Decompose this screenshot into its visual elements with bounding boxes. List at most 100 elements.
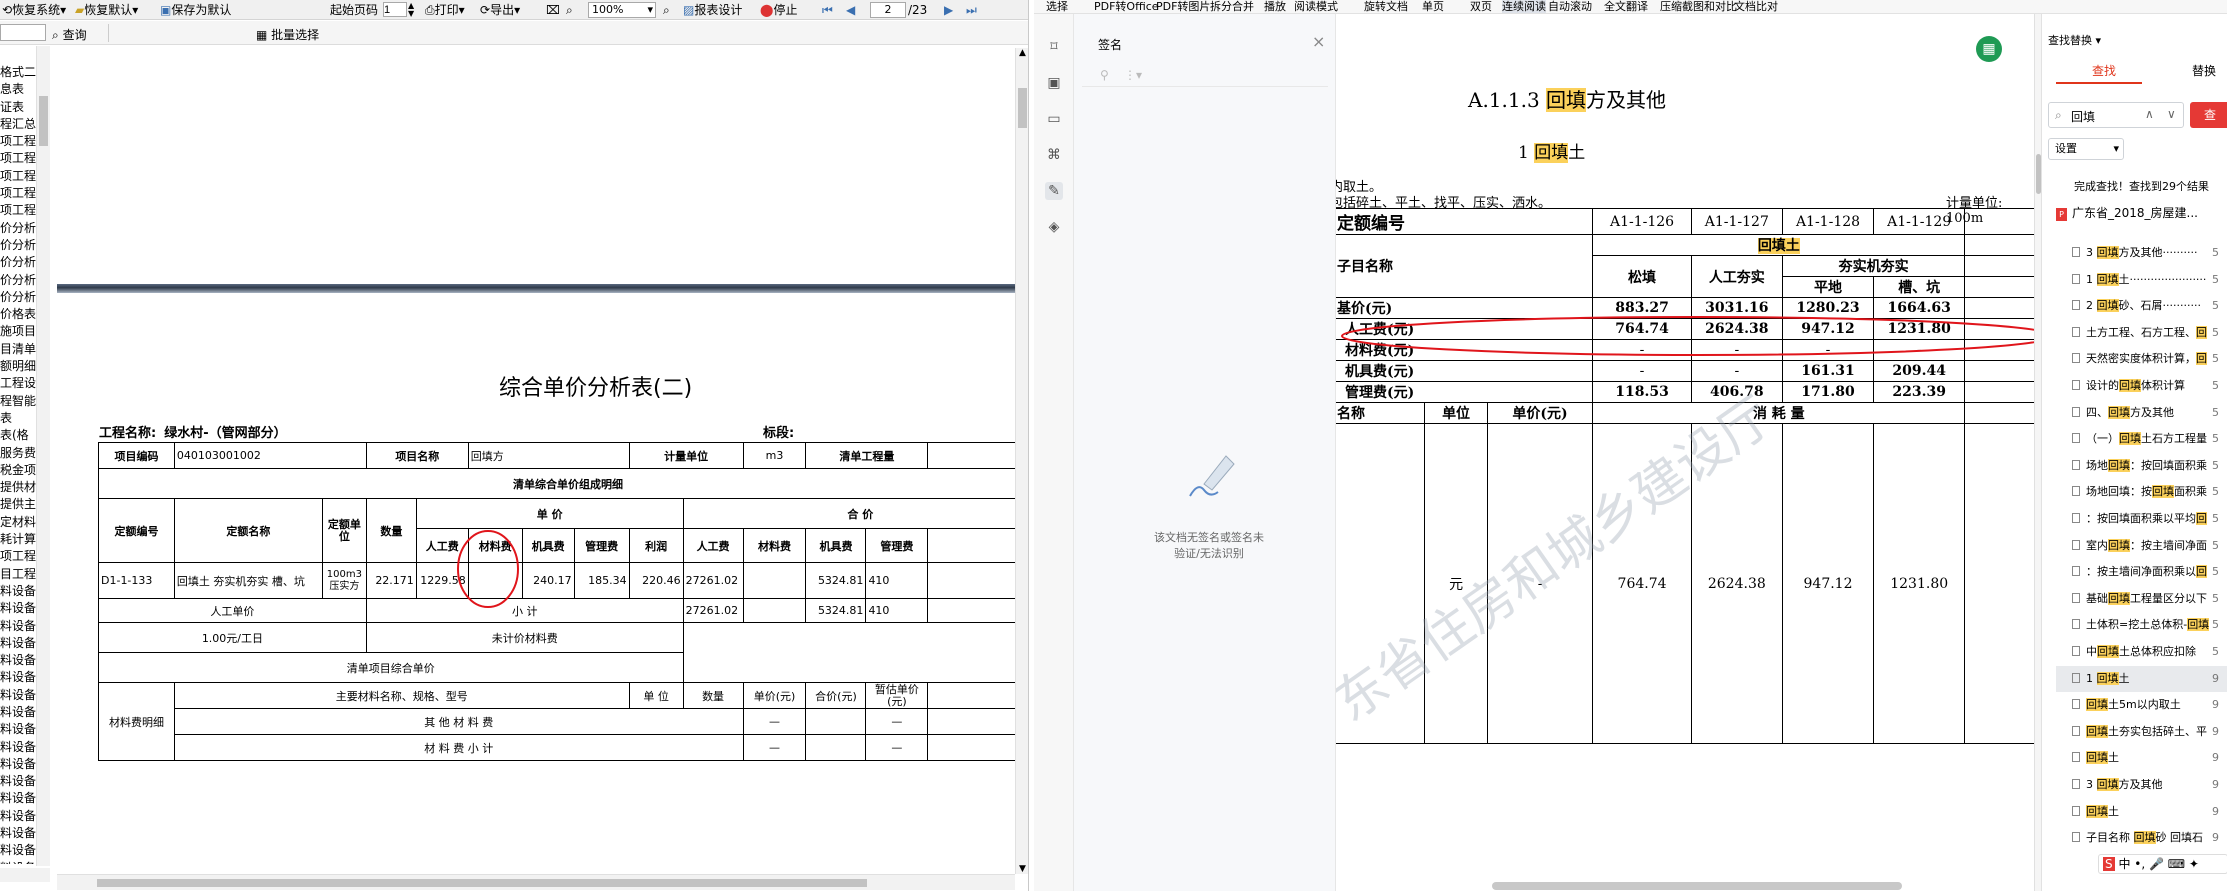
tree-item[interactable]: 程智能: [0, 393, 36, 410]
tree-item[interactable]: 料设备: [0, 842, 36, 859]
pdf-toolbar-item[interactable]: 阅读模式: [1294, 0, 1338, 13]
tree-item[interactable]: 料设备: [0, 687, 36, 704]
tree-item[interactable]: 程汇总: [0, 116, 36, 133]
tree-item[interactable]: 料设备: [0, 583, 36, 600]
layers-icon[interactable]: ◈: [1045, 218, 1063, 236]
tree-item[interactable]: 证表: [0, 99, 36, 116]
query-button[interactable]: ⌕ 查询: [52, 26, 87, 43]
tree-item[interactable]: 价分析: [0, 237, 36, 254]
tree-item[interactable]: 价分析: [0, 289, 36, 306]
preview-hscrollbar[interactable]: [57, 874, 1015, 890]
search-result-item[interactable]: 四、回填方及其他 5: [2056, 400, 2227, 426]
search-result-item[interactable]: ：按回填面积乘以平均回 5: [2056, 506, 2227, 532]
tree-item[interactable]: 格式二: [0, 64, 36, 81]
search-result-item[interactable]: （一）回填土石方工程量 5: [2056, 426, 2227, 452]
tree-item[interactable]: 目工程: [0, 566, 36, 583]
tree-item[interactable]: 项工程: [0, 168, 36, 185]
page-input[interactable]: 2: [870, 2, 906, 18]
prev-page-icon[interactable]: ◀: [846, 2, 855, 18]
tree-item[interactable]: 额明细: [0, 358, 36, 375]
pdf-toolbar-item[interactable]: 选择: [1046, 0, 1068, 13]
tree-item[interactable]: 息表: [0, 81, 36, 98]
tree-item[interactable]: 项工程: [0, 548, 36, 565]
search-result-item[interactable]: 回填土夯实包括碎土、平 9: [2056, 719, 2227, 745]
doc-vscrollbar[interactable]: [2034, 14, 2041, 891]
search-result-item[interactable]: 回填土 9: [2056, 799, 2227, 825]
prev-result-icon[interactable]: ∧: [2145, 107, 2154, 121]
tree-item[interactable]: 项工程: [0, 150, 36, 167]
tree-item[interactable]: 料设备: [0, 652, 36, 669]
tree-item[interactable]: 价分析: [0, 272, 36, 289]
pdf-toolbar-item[interactable]: 自动滚动: [1548, 0, 1592, 13]
comment-icon[interactable]: ▭: [1045, 110, 1063, 128]
pdf-toolbar-item[interactable]: 拆分合并: [1210, 0, 1254, 13]
tree-item[interactable]: 税金项: [0, 462, 36, 479]
tree-item[interactable]: 料设备: [0, 669, 36, 686]
image-icon[interactable]: ▣: [1045, 74, 1063, 92]
pdf-toolbar-item[interactable]: 旋转文档: [1364, 0, 1408, 13]
save-default-button[interactable]: ▣保存为默认: [160, 2, 231, 18]
tree-item[interactable]: 项工程: [0, 185, 36, 202]
search-result-item[interactable]: 基础回填工程量区分以下 5: [2056, 586, 2227, 612]
restore-default-button[interactable]: ▰恢复默认▾: [75, 2, 138, 18]
tree-item[interactable]: 料设备: [0, 704, 36, 721]
search-input[interactable]: ⌕ 回填 ∧ ∨: [2048, 102, 2184, 128]
tree-item[interactable]: 料设备: [0, 756, 36, 773]
tab-replace[interactable]: 替换: [2192, 62, 2216, 79]
tree-item[interactable]: 耗计算: [0, 531, 36, 548]
tree-item[interactable]: 料设备: [0, 635, 36, 652]
search-result-item[interactable]: 回填土5m以内取土 9: [2056, 692, 2227, 718]
restore-system-button[interactable]: ⟲恢复系统▾: [2, 2, 66, 18]
find-button[interactable]: 查: [2190, 102, 2227, 128]
report-design-button[interactable]: ▨报表设计: [683, 2, 742, 18]
pdf-toolbar-item[interactable]: 文档比对: [1734, 0, 1778, 13]
print-button[interactable]: ⎙打印▾: [425, 2, 465, 18]
search-result-item[interactable]: ：按主墙间净面积乘以回 5: [2056, 559, 2227, 585]
export-button[interactable]: ⟳导出▾: [480, 2, 520, 18]
tree-item[interactable]: 价分析: [0, 254, 36, 271]
search-result-item[interactable]: 天然密实度体积计算，回 5: [2056, 346, 2227, 372]
tree-item[interactable]: 料设备: [0, 618, 36, 635]
search-result-item[interactable]: 场地回填：按回填面积乘 5: [2056, 479, 2227, 505]
options-icon[interactable]: ⋮▾: [1124, 68, 1142, 82]
tab-find[interactable]: 查找: [2092, 62, 2116, 79]
stop-button[interactable]: ⬤停止: [760, 2, 797, 18]
grid-app-icon[interactable]: ▦: [1976, 36, 2002, 62]
search-result-item[interactable]: 1 回填土······················ 5: [2056, 267, 2227, 293]
tree-item[interactable]: 提供材: [0, 479, 36, 496]
pdf-toolbar-item[interactable]: 双页: [1470, 0, 1492, 13]
tree-item[interactable]: 施项目: [0, 323, 36, 340]
search-result-item[interactable]: 3 回填方及其他·········· 5: [2056, 240, 2227, 266]
batch-select-button[interactable]: ▦ 批量选择: [256, 26, 319, 43]
pdf-toolbar-item[interactable]: PDF转图片: [1156, 0, 1210, 13]
zoom-icon[interactable]: ⌕: [566, 2, 573, 18]
tree-item[interactable]: 料设备: [0, 739, 36, 756]
tree-hscrollbar[interactable]: [0, 868, 50, 882]
search-result-item[interactable]: 场地回填：按回填面积乘 5: [2056, 453, 2227, 479]
tree-item[interactable]: 服务费: [0, 445, 36, 462]
first-page-icon[interactable]: ⏮: [822, 2, 833, 18]
tree-item[interactable]: 料设备: [0, 721, 36, 738]
zoom-out-icon[interactable]: ⌕: [663, 2, 670, 18]
tree-item[interactable]: 表: [0, 410, 36, 427]
search-result-item[interactable]: 子目名称 回填砂 回填石 9: [2056, 825, 2227, 851]
search-result-item[interactable]: 回填土 9: [2056, 745, 2227, 771]
tree-item[interactable]: 料设备: [0, 825, 36, 842]
bookmark-icon[interactable]: ⌑: [1045, 38, 1063, 56]
tree-item[interactable]: 价分析: [0, 220, 36, 237]
search-result-item[interactable]: 2 回填砂、石屑··········· 5: [2056, 293, 2227, 319]
search-result-item[interactable]: 土体积=挖土总体积-回填 5: [2056, 612, 2227, 638]
pdf-toolbar-item[interactable]: 播放: [1264, 0, 1286, 13]
next-page-icon[interactable]: ▶: [944, 2, 953, 18]
search-result-item[interactable]: 中回填土总体积应扣除 5: [2056, 639, 2227, 665]
last-page-icon[interactable]: ⏭: [966, 2, 977, 18]
pdf-toolbar-item[interactable]: 全文翻译: [1604, 0, 1648, 13]
tree-item[interactable]: 提供主: [0, 496, 36, 513]
tree-item[interactable]: 价格表: [0, 306, 36, 323]
tree-item[interactable]: 料设备: [0, 860, 36, 864]
verify-icon[interactable]: ⚲: [1100, 68, 1109, 82]
tree-item[interactable]: 表(格: [0, 427, 36, 444]
text-tool-icon[interactable]: ⌧: [546, 2, 560, 18]
search-result-item[interactable]: 室内回填：按主墙间净面 5: [2056, 533, 2227, 559]
tree-item[interactable]: 项工程: [0, 202, 36, 219]
